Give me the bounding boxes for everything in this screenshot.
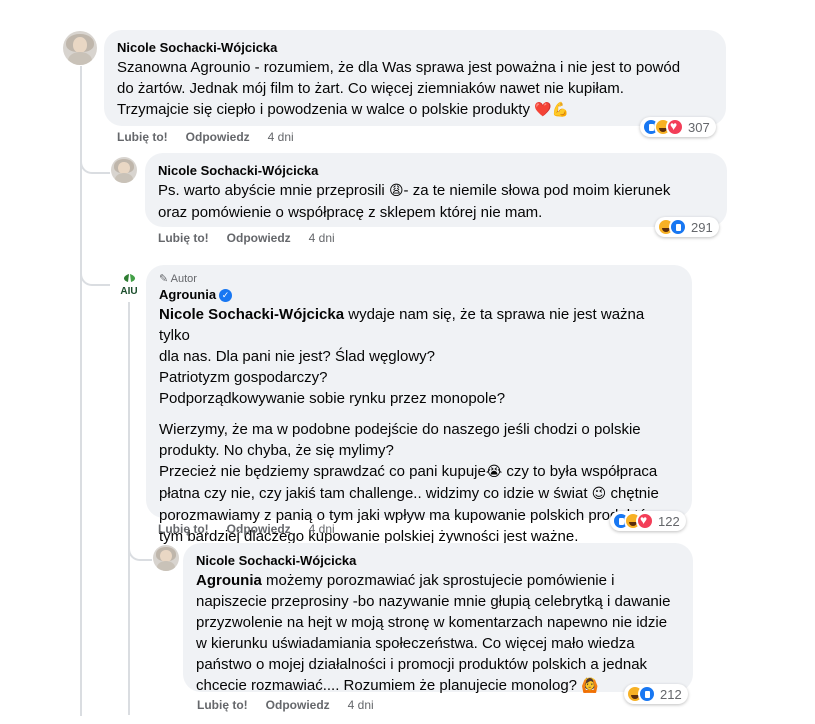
comment-line: czy to była współpraca [502,463,658,480]
comment-line: do żartów. Jednak mój film to żart. Co w… [117,80,624,97]
avatar[interactable] [63,31,97,65]
comment-line: możemy porozmawiać jak sprostujecie pomó… [261,572,615,589]
thread-connector-1 [80,150,110,174]
comment-text: Agrounia możemy porozmawiać jak sprostuj… [196,570,680,697]
comment-line: produkty. No chyba, że się mylimy? [159,442,394,459]
reply-button[interactable]: Odpowiedz [227,522,291,536]
heart-reaction-icon [636,512,654,530]
pencil-icon: ✎ [159,273,169,285]
verified-badge-icon: ✓ [219,289,233,303]
reaction-count: 291 [691,219,713,235]
comment-author[interactable]: Agrounia [159,287,216,302]
comment-line: Przecież nie będziemy sprawdzać co pani … [159,463,486,480]
comment-author[interactable]: Nicole Sochacki-Wójcicka [117,39,713,57]
timestamp[interactable]: 4 dni [309,522,335,536]
thread-connector-3 [128,535,152,561]
heart-reaction-icon [666,118,684,136]
logo-text: AIU [120,286,137,297]
comment-line: w kierunku uświadamiania społeczeństwa. … [196,635,635,652]
comment-bubble: Nicole Sochacki-Wójcicka Agrounia możemy… [183,543,693,694]
comment-line: państwo o mojej działalności i promocji … [196,656,648,673]
comment-author[interactable]: Nicole Sochacki-Wójcicka [196,552,680,570]
comment-bubble: ✎ Autor Agrounia ✓ Nicole Sochacki-Wójcic… [146,265,692,545]
comment-line: Wierzymy, że ma w podobne podejście do n… [159,421,641,438]
mention-link[interactable]: Agrounia [196,572,262,589]
avatar[interactable] [111,157,137,183]
agrounia-logo[interactable]: AIU [113,270,145,302]
comment-line-emoji-wrap: Trzymajcie się ciepło i powodzenia w wal… [117,99,713,121]
author-badge: ✎ Autor [159,272,679,286]
comment-bubble: Nicole Sochacki-Wójcicka Szanowna Agroun… [104,30,726,126]
comment-line: oraz pomówienie o współpracę z sklepem k… [158,204,543,221]
comment-text: Nicole Sochacki-Wójcicka wydaje nam się,… [159,304,679,547]
like-reaction-icon [638,685,656,703]
crying-emoji: 😭 [485,464,503,480]
timestamp[interactable]: 4 dni [348,698,374,712]
comment-line: chętnie [606,485,659,502]
like-button[interactable]: Lubię to! [158,231,209,245]
person-gesturing-emoji: 🙆 [581,678,599,694]
comment-line-wrap: Przecież nie będziemy sprawdzać co pani … [159,461,679,483]
timestamp[interactable]: 4 dni [268,130,294,144]
comment-line: Podporządkowywanie sobie rynku przez mon… [159,390,506,407]
comment-line-wrap: płatna czy nie, czy jakiś tam challenge.… [159,483,679,505]
comment-line: Patriotyzm gospodarczy? [159,369,328,386]
comment-line-wrap: chcecie rozmawiać.... Rozumiem że planuj… [196,675,680,697]
agrounia-logo-icon: AIU [120,274,138,297]
comment-line: dla nas. Dla pani nie jest? Ślad węglowy… [159,348,435,365]
comment-author[interactable]: Nicole Sochacki-Wójcicka [158,162,714,180]
author-badge-label: Autor [170,273,197,285]
like-button[interactable]: Lubię to! [158,522,209,536]
like-button[interactable]: Lubię to! [197,698,248,712]
reactions-summary[interactable]: 212 [624,684,688,704]
comment-line: Szanowna Agrounio - rozumiem, że dla Was… [117,59,681,76]
reaction-count: 212 [660,686,682,702]
comment-text: Szanowna Agrounio - rozumiem, że dla Was… [117,57,713,121]
comment-line: chcecie rozmawiać.... Rozumiem że planuj… [196,677,578,694]
comment-line-wrap: Ps. warto abyście mnie przeprosili 😩- za… [158,180,714,202]
thread-connector-2 [80,260,110,286]
comment-line: Trzymajcie się ciepło i powodzenia w wal… [117,101,530,118]
thread-line-agrounia [128,300,130,715]
comment-actions: Lubię to! Odpowiedz 4 dni [197,698,392,712]
comment-line: - za te niemile słowa pod moim kierunek [403,182,671,199]
reactions-summary[interactable]: 122 [610,511,686,531]
like-reaction-icon [669,218,687,236]
avatar[interactable] [153,545,179,571]
weary-emoji: 😩 [388,183,404,199]
comment-author-wrap: Agrounia ✓ [159,286,679,304]
heart-muscle-emoji: ❤️💪 [534,102,570,118]
reply-button[interactable]: Odpowiedz [266,698,330,712]
mention-link[interactable]: Nicole Sochacki-Wójcicka [159,306,344,323]
comment-line: Ps. warto abyście mnie przeprosili [158,182,385,199]
comment-actions: Lubię to! Odpowiedz 4 dni [158,522,353,536]
comment-line: płatna czy nie, czy jakiś tam challenge.… [159,485,588,502]
reaction-count: 307 [688,119,710,135]
reactions-summary[interactable]: 307 [640,117,716,137]
reply-button[interactable]: Odpowiedz [186,130,250,144]
reactions-summary[interactable]: 291 [655,217,719,237]
reply-button[interactable]: Odpowiedz [227,231,291,245]
comment-actions: Lubię to! Odpowiedz 4 dni [117,130,312,144]
comment-line: przyzwolenie na hejt w moją stronę w kom… [196,614,668,631]
comment-actions: Lubię to! Odpowiedz 4 dni [158,231,353,245]
comment-line-wrap: Agrounia możemy porozmawiać jak sprostuj… [196,570,680,591]
comment-text: Ps. warto abyście mnie przeprosili 😩- za… [158,180,714,223]
like-button[interactable]: Lubię to! [117,130,168,144]
timestamp[interactable]: 4 dni [309,231,335,245]
wink-emoji: 😉 [591,486,607,502]
comment-line: napiszecie przeprosiny -bo nazywanie mni… [196,593,671,610]
comment-bubble: Nicole Sochacki-Wójcicka Ps. warto abyśc… [145,153,727,227]
reaction-count: 122 [658,513,680,529]
comment-line-wrap: Nicole Sochacki-Wójcicka wydaje nam się,… [159,304,679,346]
